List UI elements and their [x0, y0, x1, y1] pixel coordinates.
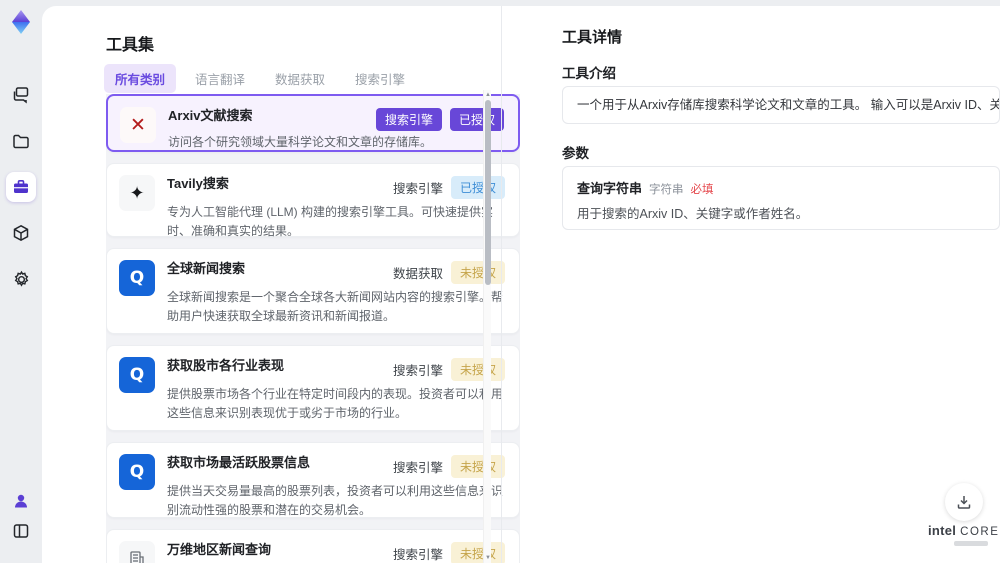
- tool-details-panel: 工具详情 工具介绍 一个用于从Arxiv存储库搜索科学论文和文章的工具。 输入可…: [520, 6, 1000, 563]
- scrollbar-thumb[interactable]: [485, 100, 491, 285]
- sidebar-item-settings[interactable]: [6, 264, 36, 294]
- cube-icon: [13, 224, 29, 242]
- folder-icon: [13, 134, 29, 149]
- params-heading: 参数: [562, 146, 589, 161]
- download-icon: [957, 496, 971, 509]
- intel-logo-subline: [954, 541, 988, 546]
- intel-brand-text: intel: [928, 523, 957, 538]
- tool-card-most-active-stocks[interactable]: Q 获取市场最活跃股票信息 搜索引擎 未授权 提供当天交易量最高的股票列表，投资…: [106, 442, 520, 518]
- tool-card-arxiv[interactable]: ✕ Arxiv文献搜索 搜索引擎 已授权 访问各个研究领域大量科学论文和文章的存…: [106, 94, 520, 152]
- details-title: 工具详情: [562, 29, 623, 46]
- left-rail: [0, 0, 42, 563]
- tool-auth-badge: 未授权: [450, 455, 505, 478]
- sidebar-item-chat[interactable]: [6, 80, 36, 110]
- tool-desc: 全球新闻搜索是一个聚合全球各大新闻网站内容的搜索引擎。帮助用户快速获取全球最新资…: [167, 290, 504, 323]
- tool-name: 全球新闻搜索: [167, 261, 246, 276]
- tool-card-global-news[interactable]: Q 全球新闻搜索 数据获取 未授权 全球新闻搜索是一个聚合全球各大新闻网站内容的…: [106, 248, 520, 334]
- tool-auth-badge: 已授权: [450, 176, 505, 199]
- tab-language-translation[interactable]: 语言翻译: [184, 64, 256, 93]
- tab-data-fetch[interactable]: 数据获取: [264, 64, 336, 93]
- app-root: 工具集 所有类别 语言翻译 数据获取 搜索引擎 ✕ Arxiv文献搜索 搜索引擎…: [0, 0, 1000, 563]
- param-type: 字符串: [649, 184, 684, 196]
- tool-card-tavily[interactable]: ✦ Tavily搜索 搜索引擎 已授权 专为人工智能代理 (LLM) 构建的搜索…: [106, 163, 520, 238]
- page-title: 工具集: [106, 37, 155, 54]
- param-card: 查询字符串 字符串 必填 用于搜索的Arxiv ID、关键字或作者姓名。: [562, 166, 1000, 230]
- tool-list: ✕ Arxiv文献搜索 搜索引擎 已授权 访问各个研究领域大量科学论文和文章的存…: [106, 94, 520, 563]
- tool-auth-badge: 未授权: [450, 358, 505, 381]
- category-tabs: 所有类别 语言翻译 数据获取 搜索引擎: [104, 64, 416, 93]
- tool-category: 搜索引擎: [392, 461, 443, 475]
- user-icon: [15, 494, 27, 508]
- scroll-up-arrow[interactable]: ▲: [485, 92, 491, 98]
- sidebar-item-tools[interactable]: [6, 172, 36, 202]
- tool-desc: 专为人工智能代理 (LLM) 构建的搜索引擎工具。可快速提供实时、准确和真实的结…: [167, 205, 494, 238]
- tool-desc: 访问各个研究领域大量科学论文和文章的存储库。: [168, 135, 433, 149]
- param-required-badge: 必填: [690, 184, 714, 196]
- tool-auth-badge: 未授权: [450, 261, 505, 284]
- tool-name: Arxiv文献搜索: [168, 108, 253, 123]
- tool-desc: 提供股票市场各个行业在特定时间段内的表现。投资者可以利用这些信息来识别表现优于或…: [167, 387, 504, 420]
- tool-category-badge: 搜索引擎: [375, 108, 442, 131]
- tool-category: 搜索引擎: [392, 364, 443, 378]
- download-button[interactable]: [945, 483, 983, 521]
- tool-auth-badge: 未授权: [450, 542, 505, 563]
- tavily-star-icon: ✦: [119, 175, 155, 211]
- tool-name: 获取市场最活跃股票信息: [167, 455, 311, 470]
- newspaper-icon: [119, 541, 155, 563]
- main-surface: 工具集 所有类别 语言翻译 数据获取 搜索引擎 ✕ Arxiv文献搜索 搜索引擎…: [42, 6, 1000, 563]
- blue-q-logo-icon: Q: [119, 454, 155, 490]
- panel-left-icon: [13, 524, 29, 538]
- tool-card-regional-news[interactable]: 万维地区新闻查询 搜索引擎 未授权 查询具体行政区划内的新闻，快速了解各地新闻动: [106, 529, 520, 563]
- sidebar-item-files[interactable]: [6, 126, 36, 156]
- intro-heading: 工具介绍: [562, 66, 616, 81]
- tool-name: 获取股市各行业表现: [167, 358, 285, 373]
- tab-all-categories[interactable]: 所有类别: [104, 64, 177, 93]
- tool-category: 数据获取: [392, 267, 443, 281]
- tool-card-stock-sector[interactable]: Q 获取股市各行业表现 搜索引擎 未授权 提供股票市场各个行业在特定时间段内的表…: [106, 345, 520, 431]
- arxiv-logo-icon: ✕: [120, 107, 156, 143]
- intel-core-logo: intel core: [928, 523, 998, 546]
- sidebar-item-collapse-panel[interactable]: [6, 516, 36, 546]
- blue-q-logo-icon: Q: [119, 260, 155, 296]
- blue-q-logo-icon: Q: [119, 357, 155, 393]
- param-desc: 用于搜索的Arxiv ID、关键字或作者姓名。: [577, 207, 809, 221]
- briefcase-icon: [14, 180, 28, 193]
- panel-divider: [501, 6, 502, 563]
- chat-icon: [13, 87, 29, 104]
- tool-name: Tavily搜索: [167, 176, 229, 191]
- gear-icon: [14, 270, 28, 287]
- tool-name: 万维地区新闻查询: [167, 542, 272, 557]
- tool-category: 搜索引擎: [392, 548, 443, 562]
- tab-search-engine[interactable]: 搜索引擎: [344, 64, 416, 93]
- sidebar-item-models[interactable]: [6, 218, 36, 248]
- intro-box: 一个用于从Arxiv存储库搜索科学论文和文章的工具。 输入可以是Arxiv ID…: [562, 86, 1000, 124]
- tool-category: 搜索引擎: [392, 182, 443, 196]
- tool-auth-badge: 已授权: [449, 108, 504, 131]
- sidebar-item-account[interactable]: [6, 486, 36, 516]
- tool-desc: 提供当天交易量最高的股票列表，投资者可以利用这些信息来识别流动性强的股票和潜在的…: [167, 484, 504, 517]
- scroll-down-arrow[interactable]: ▼: [485, 555, 491, 561]
- app-logo: [7, 8, 35, 36]
- param-name: 查询字符串: [577, 181, 643, 196]
- list-scrollbar[interactable]: ▲ ▼: [483, 90, 491, 563]
- core-brand-text: core: [960, 526, 1000, 538]
